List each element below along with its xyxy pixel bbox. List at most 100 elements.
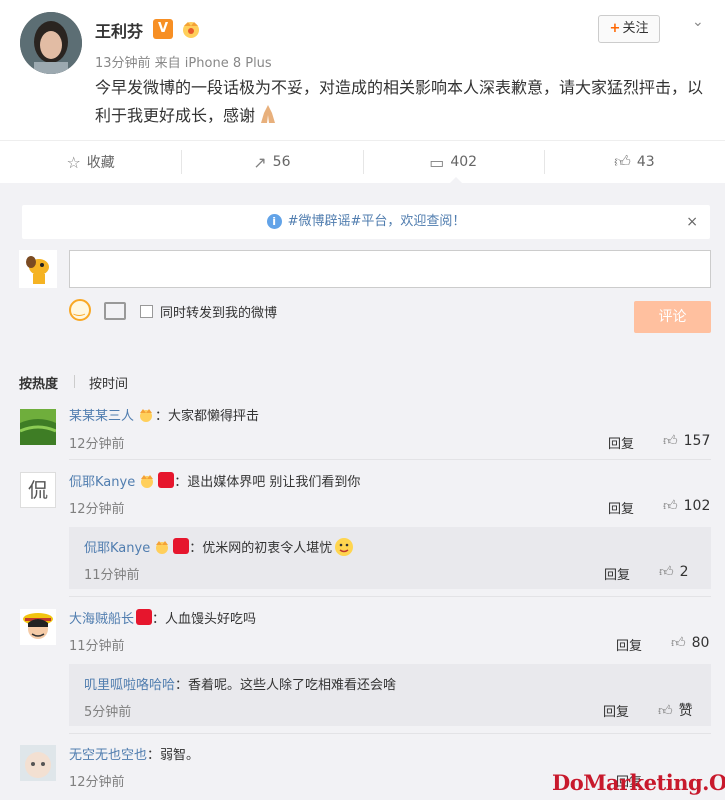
reply-button[interactable]: 回复 [608,433,634,452]
favorite-button[interactable]: ☆ 收藏 [0,141,181,183]
comment-username[interactable]: 无空无也空也 [69,748,147,763]
watermark: DoMarketing.Org [552,770,725,795]
comment-like-button[interactable]: 👍︎ 赞 [658,700,693,720]
repost-button[interactable]: ↗ 56 [181,141,362,183]
comment-like-button[interactable]: 👍︎ 80 [671,634,709,651]
comment-text: ：香着呢。这些人除了吃相难看还会啥 [175,678,397,693]
submit-comment-button[interactable]: 评论 [634,301,711,333]
comment-divider [69,733,711,734]
post-meta: 13分钟前 来自 iPhone 8 Plus [95,56,272,71]
comment-input[interactable] [69,250,711,288]
tab-sort-time[interactable]: 按时间 [89,373,128,392]
post-text: 今早发微博的一段话极为不妥，对造成的相关影响本人深表歉意，请大家猛烈抨击，以利于… [95,74,705,130]
comment-avatar[interactable] [20,745,56,781]
comment-divider [69,459,711,460]
comment-time: 11分钟前 [69,639,125,654]
comment-username[interactable]: 叽里呱啦咯哈哈 [84,678,175,693]
comment-content: 某某某三人 ：大家都懒得抨击 [69,405,259,424]
thumbs-up-icon: 👍︎ [614,152,631,171]
like-count: 43 [636,154,655,170]
sub-comment: 叽里呱啦咯哈哈：香着呢。这些人除了吃相难看还会啥 5分钟前 回复 👍︎ 赞 [69,664,711,726]
comment-time: 12分钟前 [69,437,125,452]
comment-like-count: 2 [679,564,689,580]
repost-checkbox-label: 同时转发到我的微博 [160,306,278,321]
comment-time: 12分钟前 [69,775,125,790]
star-icon: ☆ [66,152,81,172]
comment-avatar[interactable]: 侃 [20,472,56,508]
comment-like-label: 赞 [678,703,693,719]
comment-time: 12分钟前 [69,502,125,517]
post-text-body: 今早发微博的一段话极为不妥，对造成的相关影响本人深表歉意，请大家猛烈抨击，以利于… [95,78,704,125]
plus-icon: + [609,21,621,36]
comment-like-button[interactable]: 👍︎ 157 [663,432,710,449]
drooling-emoji-icon [335,538,354,556]
comment-like-button[interactable]: 👍︎ 2 [659,563,689,580]
weibo-post: 王利芬 V 13分钟前 来自 iPhone 8 Plus 今早发微博的一段话极为… [0,0,725,183]
thumbs-up-icon: 👍︎ [658,703,673,719]
crown-badge-icon [183,22,199,38]
comment-text: ：退出媒体界吧 别让我们看到你 [174,475,361,490]
comment-text: ：人血馒头好吃吗 [152,612,257,627]
comment-text: ：大家都懒得抨击 [155,409,260,424]
sub-comment: 侃耶Kanye ：优米网的初衷令人堪忧 11分钟前 回复 👍︎ 2 [69,527,711,589]
comment-like-count: 80 [691,635,710,651]
emoji-icon[interactable] [69,299,91,321]
crown-badge-icon [156,541,169,554]
notice-tag[interactable]: #微博辟谣#平台， [288,214,401,229]
reply-button[interactable]: 回复 [608,498,634,517]
image-icon[interactable] [104,302,126,320]
comment-username[interactable]: 侃耶Kanye [84,541,150,556]
reply-button[interactable]: 回复 [603,701,629,720]
comment-time: 5分钟前 [84,705,132,720]
author-avatar[interactable] [20,12,82,74]
comment-content: 侃耶Kanye ：优米网的初衷令人堪忧 [84,537,354,557]
crown-badge-icon [140,409,153,422]
reply-button[interactable]: 回复 [604,564,630,583]
comment-like-count: 102 [683,498,711,514]
comment-icon: ▭ [429,152,445,172]
comment-content: 无空无也空也：弱智。 [69,744,199,763]
crown-badge-icon [141,475,154,488]
repost-icon: ↗ [253,152,267,172]
comment-content: 大海贼船长 ：人血馒头好吃吗 [69,608,256,627]
comment-content: 侃耶Kanye ：退出媒体界吧 别让我们看到你 [69,471,360,490]
red-envelope-icon [173,538,190,554]
comment-time: 11分钟前 [84,568,140,583]
info-icon: i [266,214,282,229]
comment-username[interactable]: 大海贼船长 [69,612,134,627]
comment-username[interactable]: 某某某三人 [69,409,134,424]
thumbs-up-icon: 👍︎ [671,635,686,651]
comment-like-count: 157 [683,433,711,449]
tab-sort-hot[interactable]: 按热度 [19,373,58,392]
close-icon[interactable]: × [686,205,698,239]
reply-button[interactable]: 回复 [616,635,642,654]
red-envelope-icon [136,609,153,625]
comment-count: 402 [450,154,478,170]
verified-v-icon: V [153,19,173,39]
notice-link[interactable]: 欢迎查阅！ [400,214,465,229]
comment-divider [69,596,711,597]
rumor-notice: i #微博辟谣#平台，欢迎查阅！ × [22,205,710,239]
thumbs-up-icon: 👍︎ [663,433,678,449]
follow-label: 关注 [622,21,649,36]
thumbs-up-icon: 👍︎ [659,564,674,580]
post-action-bar: ☆ 收藏 ↗ 56 ▭ 402 👍︎ 43 [0,140,725,183]
repost-checkbox[interactable] [140,305,153,318]
red-envelope-icon [158,472,175,488]
follow-button[interactable]: + 关注 [598,15,660,43]
comment-content: 叽里呱啦咯哈哈：香着呢。这些人除了吃相难看还会啥 [84,674,396,693]
author-name[interactable]: 王利芬 [95,18,143,42]
chevron-down-icon[interactable]: ⌄ [692,14,704,30]
comment-avatar[interactable] [20,409,56,445]
comment-avatar[interactable] [20,609,56,645]
comment-text: ：弱智。 [147,748,200,763]
comment-username[interactable]: 侃耶Kanye [69,475,135,490]
comment-like-button[interactable]: 👍︎ 102 [663,497,710,514]
repost-count: 56 [272,154,291,170]
favorite-label: 收藏 [86,155,115,171]
sort-divider [74,375,75,388]
like-button[interactable]: 👍︎ 43 [543,141,725,183]
thumbs-up-icon: 👍︎ [663,498,678,514]
my-avatar[interactable] [19,250,57,288]
pray-emoji-icon [261,105,276,123]
